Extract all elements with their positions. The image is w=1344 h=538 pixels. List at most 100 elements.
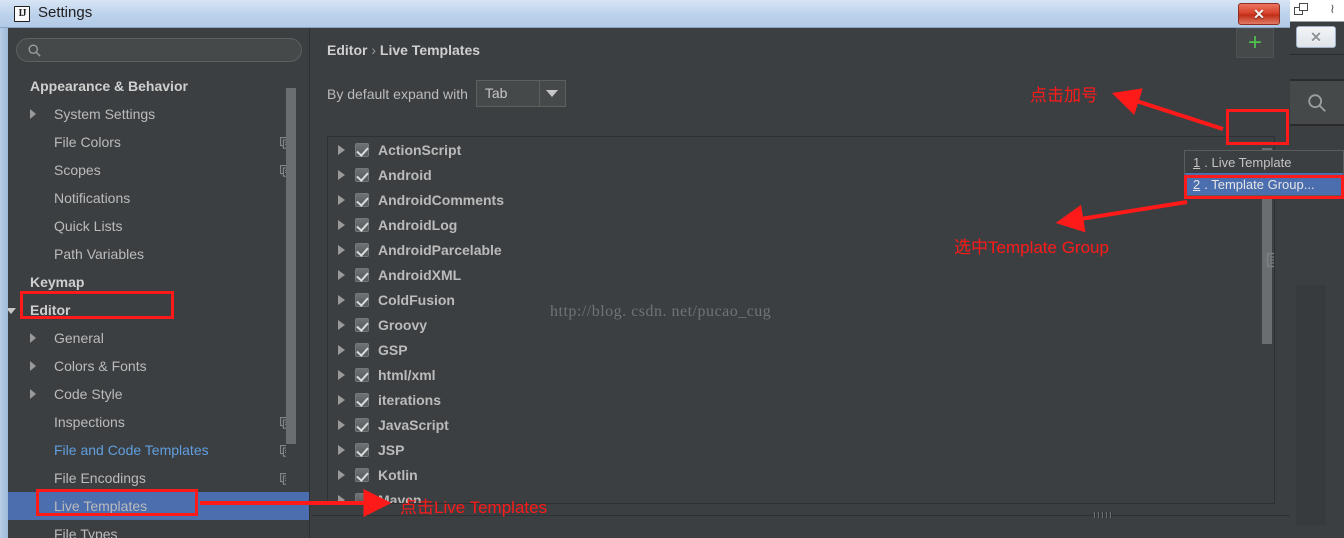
- template-group-row[interactable]: JavaScript: [328, 412, 1274, 437]
- template-group-checkbox[interactable]: [355, 467, 369, 482]
- sidebar-item-label: File Encodings: [54, 470, 146, 486]
- template-group-row[interactable]: AndroidParcelable: [328, 237, 1274, 262]
- chevron-right-icon[interactable]: [30, 109, 36, 119]
- template-group-label: Kotlin: [378, 466, 418, 483]
- sidebar-item-system-settings[interactable]: System Settings: [8, 100, 310, 128]
- chevron-right-icon[interactable]: [338, 244, 345, 255]
- chevron-right-icon[interactable]: [30, 389, 36, 399]
- background-window-titlebar: ≀: [1290, 0, 1344, 22]
- sidebar-item-file-types[interactable]: File Types: [8, 520, 310, 538]
- splitter-grip[interactable]: [1094, 512, 1118, 518]
- sidebar-item-label: Keymap: [30, 274, 85, 290]
- template-group-row[interactable]: html/xml: [328, 362, 1274, 387]
- template-group-checkbox[interactable]: [355, 292, 369, 307]
- template-group-checkbox[interactable]: [355, 192, 369, 207]
- sidebar-item-inspections[interactable]: Inspections: [8, 408, 310, 436]
- chevron-right-icon[interactable]: [338, 394, 345, 405]
- template-group-label: Android: [378, 166, 432, 183]
- highlight-plus-button: [1226, 109, 1289, 145]
- template-group-row[interactable]: AndroidComments: [328, 187, 1274, 212]
- chevron-down-icon[interactable]: [8, 308, 16, 314]
- copy-template-icon[interactable]: [1263, 250, 1274, 270]
- breadcrumb-root[interactable]: Editor: [327, 42, 367, 58]
- plus-icon: +: [1247, 29, 1262, 56]
- chevron-right-icon[interactable]: [30, 361, 36, 371]
- chevron-right-icon[interactable]: [338, 294, 345, 305]
- template-group-checkbox[interactable]: [355, 267, 369, 282]
- sidebar-item-colors-fonts[interactable]: Colors & Fonts: [8, 352, 310, 380]
- background-close-button[interactable]: ✕: [1296, 26, 1336, 48]
- chevron-right-icon[interactable]: [338, 469, 345, 480]
- template-group-label: JSP: [378, 441, 405, 458]
- template-group-checkbox[interactable]: [355, 442, 369, 457]
- sidebar-item-label: Path Variables: [54, 246, 145, 262]
- sidebar-scrollbar[interactable]: [286, 88, 296, 490]
- template-group-label: ColdFusion: [378, 291, 455, 308]
- template-group-checkbox[interactable]: [355, 167, 369, 182]
- sidebar-item-general[interactable]: General: [8, 324, 310, 352]
- chevron-right-icon[interactable]: [338, 219, 345, 230]
- template-group-row[interactable]: AndroidXML: [328, 262, 1274, 287]
- sidebar-item-file-encodings[interactable]: File Encodings: [8, 464, 310, 492]
- search-icon: [1308, 93, 1326, 112]
- windows-restore-icon: [1294, 3, 1310, 17]
- watermark-text: http://blog. csdn. net/pucao_cug: [550, 303, 772, 320]
- template-group-row[interactable]: ActionScript: [328, 137, 1274, 162]
- background-search-button[interactable]: [1290, 80, 1344, 125]
- chevron-right-icon[interactable]: [338, 369, 345, 380]
- sidebar-item-scopes[interactable]: Scopes: [8, 156, 310, 184]
- template-group-row[interactable]: JSP: [328, 437, 1274, 462]
- chevron-right-icon[interactable]: [338, 144, 345, 155]
- sidebar-item-quick-lists[interactable]: Quick Lists: [8, 212, 310, 240]
- sidebar-item-notifications[interactable]: Notifications: [8, 184, 310, 212]
- popup-item-live-template[interactable]: 1 . Live Template: [1185, 151, 1343, 173]
- template-group-row[interactable]: Android: [328, 162, 1274, 187]
- template-group-checkbox[interactable]: [355, 142, 369, 157]
- template-group-row[interactable]: Kotlin: [328, 462, 1274, 487]
- template-group-checkbox[interactable]: [355, 217, 369, 232]
- template-group-checkbox[interactable]: [355, 317, 369, 332]
- template-group-label: iterations: [378, 391, 442, 408]
- sidebar-item-path-variables[interactable]: Path Variables: [8, 240, 310, 268]
- chevron-right-icon[interactable]: [338, 169, 345, 180]
- template-group-checkbox[interactable]: [355, 367, 369, 382]
- template-group-row[interactable]: GSP: [328, 337, 1274, 362]
- chevron-right-icon[interactable]: [338, 319, 345, 330]
- template-group-row[interactable]: iterations: [328, 387, 1274, 412]
- chevron-right-icon[interactable]: [338, 194, 345, 205]
- sidebar-item-label: Inspections: [54, 414, 125, 430]
- chevron-right-icon[interactable]: [338, 444, 345, 455]
- sidebar-item-appearance-behavior[interactable]: Appearance & Behavior: [8, 72, 310, 100]
- template-group-checkbox[interactable]: [355, 392, 369, 407]
- template-group-checkbox[interactable]: [355, 492, 369, 503]
- sidebar-scrollbar-thumb[interactable]: [286, 88, 296, 444]
- search-box[interactable]: [16, 38, 302, 62]
- templates-list[interactable]: ActionScript Android AndroidComments Androi…: [327, 136, 1275, 504]
- chevron-right-icon[interactable]: [338, 419, 345, 430]
- expand-with-select[interactable]: Tab: [475, 80, 566, 107]
- sidebar-item-code-style[interactable]: Code Style: [8, 380, 310, 408]
- chevron-right-icon[interactable]: [338, 344, 345, 355]
- template-group-row[interactable]: Groovy: [328, 312, 1274, 337]
- template-group-checkbox[interactable]: [355, 342, 369, 357]
- chevron-right-icon[interactable]: [338, 494, 345, 503]
- chevron-down-icon[interactable]: [538, 81, 565, 106]
- chevron-right-icon[interactable]: [30, 333, 36, 343]
- template-group-row[interactable]: AndroidLog: [328, 212, 1274, 237]
- templates-rows-container: ActionScript Android AndroidComments Androi…: [328, 137, 1274, 503]
- template-group-checkbox[interactable]: [355, 417, 369, 432]
- sidebar-item-label: System Settings: [54, 106, 156, 122]
- chevron-right-icon[interactable]: [338, 269, 345, 280]
- template-group-checkbox[interactable]: [355, 242, 369, 257]
- sidebar-item-label: File and Code Templates: [54, 442, 209, 458]
- dialog-close-button[interactable]: ✕: [1238, 3, 1280, 25]
- sidebar-item-file-and-code-templates[interactable]: File and Code Templates: [8, 436, 310, 464]
- sidebar-item-file-colors[interactable]: File Colors: [8, 128, 310, 156]
- search-input[interactable]: [47, 41, 292, 61]
- sidebar-item-label: Code Style: [54, 386, 123, 402]
- template-group-label: AndroidParcelable: [378, 241, 502, 258]
- template-group-row[interactable]: ColdFusion: [328, 287, 1274, 312]
- sidebar-item-label: File Types: [54, 526, 118, 538]
- popup-item-label: . Live Template: [1204, 154, 1292, 170]
- add-template-button[interactable]: +: [1236, 28, 1274, 58]
